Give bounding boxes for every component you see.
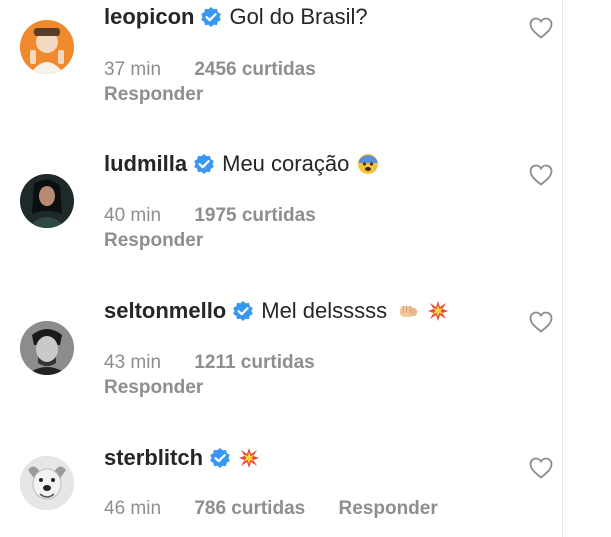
comment-meta: 40 min 1975 curtidas	[104, 205, 316, 227]
avatar[interactable]	[20, 456, 74, 510]
reply-button[interactable]: Responder	[104, 377, 203, 399]
username[interactable]: ludmilla	[104, 151, 187, 177]
likes-count[interactable]: 2456 curtidas	[194, 59, 315, 81]
likes-count[interactable]: 1975 curtidas	[194, 205, 315, 227]
reply-button[interactable]: Responder	[339, 498, 438, 520]
collision-emoji	[238, 447, 260, 469]
panel-divider	[562, 0, 563, 537]
reply-button[interactable]: Responder	[104, 230, 203, 252]
username[interactable]: sterblitch	[104, 445, 203, 471]
comment-text: Meu coração	[222, 151, 350, 176]
comment-time[interactable]: 40 min	[104, 205, 161, 227]
heart-outline-icon[interactable]	[529, 311, 553, 335]
avatar[interactable]	[20, 20, 74, 74]
verified-badge-icon	[200, 6, 222, 28]
verified-badge-icon	[193, 153, 215, 175]
comment-meta: 37 min 2456 curtidas	[104, 59, 316, 81]
comment-text: Gol do Brasil?	[229, 4, 368, 29]
reply-button[interactable]: Responder	[104, 84, 203, 106]
fist-emoji	[397, 300, 419, 322]
verified-badge-icon	[209, 447, 231, 469]
likes-count[interactable]: 1211 curtidas	[194, 352, 314, 374]
heart-outline-icon[interactable]	[529, 17, 553, 41]
username[interactable]: seltonmello	[104, 298, 226, 324]
comment-line: ludmilla Meu coração	[104, 151, 379, 177]
avatar[interactable]	[20, 321, 74, 375]
likes-count[interactable]: 786 curtidas	[194, 498, 305, 520]
comment-time[interactable]: 43 min	[104, 352, 161, 374]
comment-line: leopicon Gol do Brasil?	[104, 4, 368, 30]
comment-line: sterblitch	[104, 445, 260, 471]
heart-outline-icon[interactable]	[529, 164, 553, 188]
comment-line: seltonmello Mel delsssss	[104, 298, 449, 324]
comment-meta: 43 min 1211 curtidas	[104, 352, 315, 374]
comment-text: Mel delsssss	[261, 298, 388, 323]
comment-meta: 46 min 786 curtidas Responder	[104, 498, 438, 520]
avatar[interactable]	[20, 174, 74, 228]
heart-outline-icon[interactable]	[529, 457, 553, 481]
comment-time[interactable]: 37 min	[104, 59, 161, 81]
username[interactable]: leopicon	[104, 4, 194, 30]
anxious-face-emoji	[357, 153, 379, 175]
collision-emoji	[427, 300, 449, 322]
comment-time[interactable]: 46 min	[104, 498, 161, 520]
verified-badge-icon	[232, 300, 254, 322]
